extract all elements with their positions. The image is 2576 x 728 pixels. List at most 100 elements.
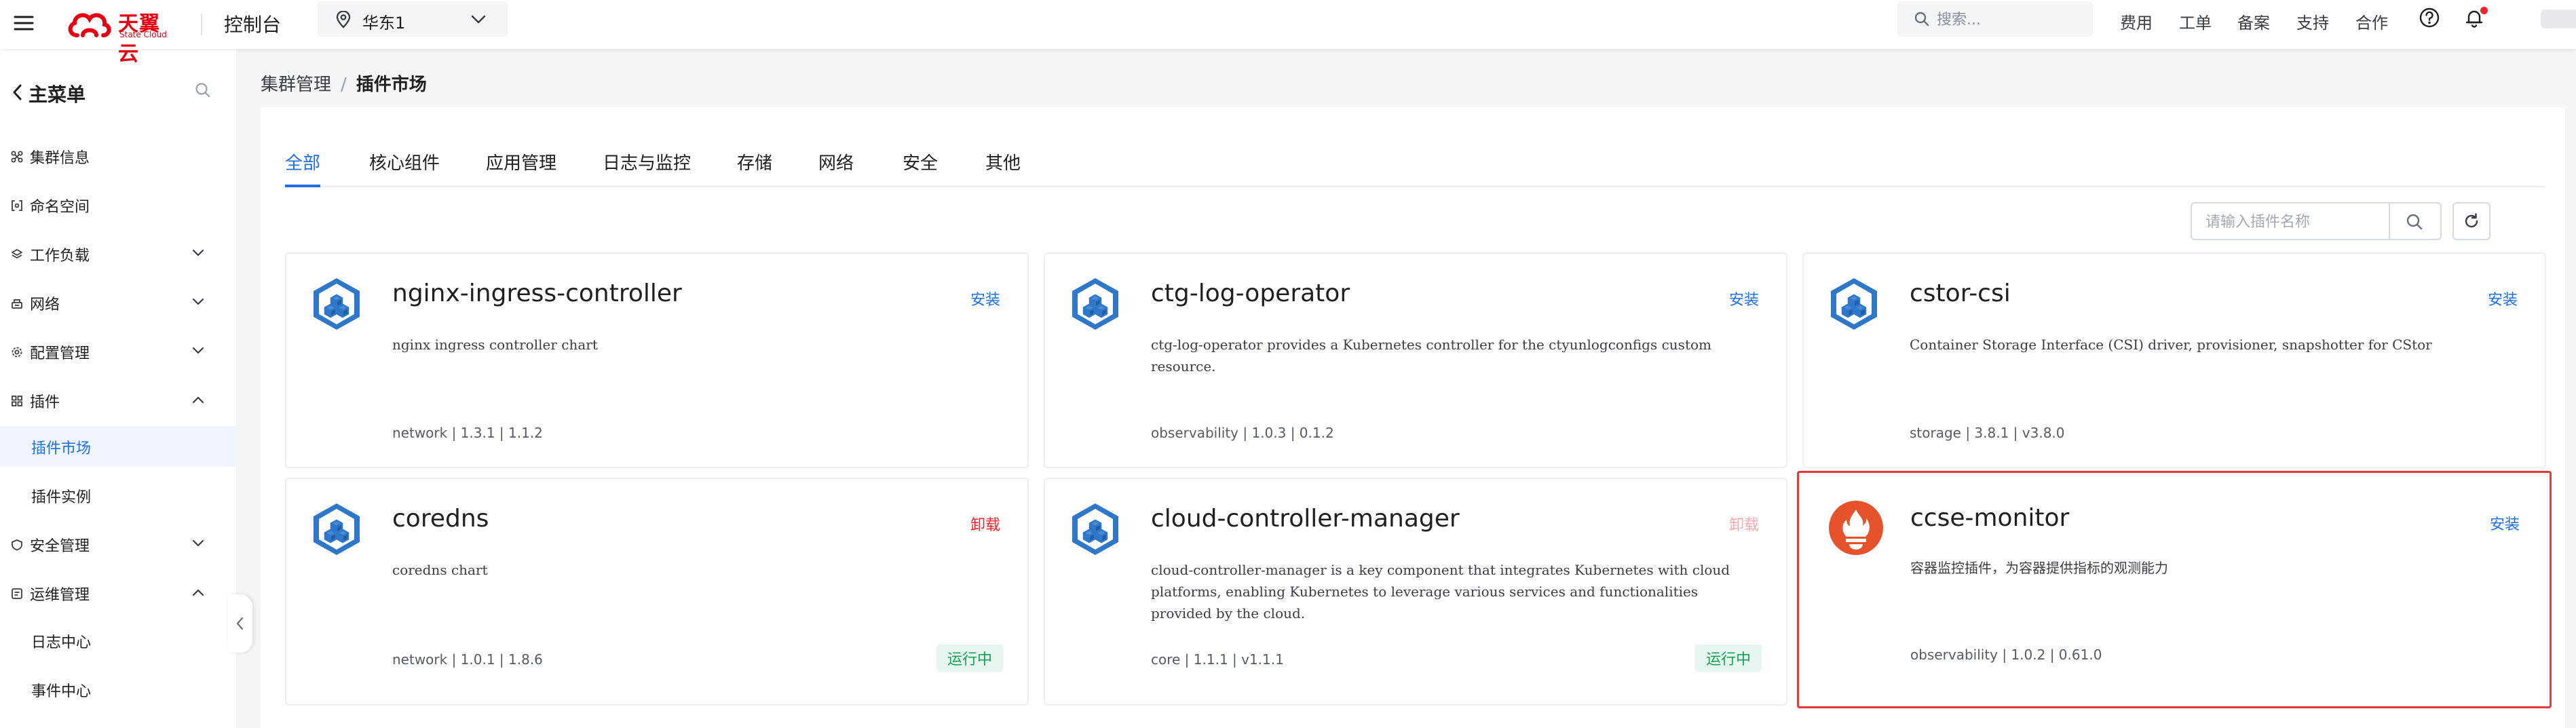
sidebar-item-label: 插件 (30, 394, 60, 411)
help-icon[interactable] (2419, 7, 2440, 28)
sidebar-item-label: 配置管理 (30, 345, 90, 362)
sidebar-collapse-handle[interactable] (228, 594, 252, 653)
nav-link-support[interactable]: 支持 (2296, 9, 2329, 33)
sidebar-item-plugin-instances[interactable]: 插件实例 (0, 475, 236, 516)
nav-link-filing[interactable]: 备案 (2237, 9, 2270, 33)
nav-link-partners[interactable]: 合作 (2355, 9, 2388, 33)
sidebar-item-workload[interactable]: 工作负载 (0, 233, 236, 274)
plugin-name: cstor-csi (1910, 280, 2011, 307)
plugin-search (2191, 202, 2442, 240)
sidebar-item-ops[interactable]: 运维管理 (0, 573, 236, 613)
workload-icon (12, 249, 22, 258)
top-bar: 天翼云 State Cloud 控制台 华东1 费用 工单 备案 支持 合作 (0, 0, 2576, 66)
gear-icon (12, 347, 22, 358)
plugin-icon (12, 396, 22, 406)
kubernetes-cube-icon (311, 502, 362, 556)
plugin-description: ctg-log-operator provides a Kubernetes c… (1151, 337, 1711, 375)
sidebar-header[interactable]: 主菜单 (0, 75, 236, 110)
search-icon[interactable] (194, 81, 212, 99)
global-search-input[interactable] (1935, 9, 2081, 30)
logo-text-en: State Cloud (119, 30, 167, 39)
cluster-icon (11, 151, 23, 163)
plugin-card[interactable]: nginx-ingress-controller 安装 nginx ingres… (285, 252, 1029, 468)
sidebar-item-network[interactable]: 网络 (0, 282, 236, 323)
search-icon (1914, 12, 1929, 26)
kubernetes-cube-icon (1069, 502, 1121, 556)
breadcrumb: 集群管理 / 插件市场 (261, 71, 427, 96)
sidebar-item-event-center[interactable]: 事件中心 (0, 669, 236, 710)
chevron-up-icon (192, 589, 204, 596)
notification-dot (2480, 7, 2488, 14)
sidebar-item-label: 运维管理 (30, 587, 90, 604)
nav-link-billing[interactable]: 费用 (2120, 9, 2153, 33)
chevron-down-icon (192, 249, 204, 256)
plugin-meta: observability | 1.0.3 | 0.1.2 (1151, 425, 1334, 441)
breadcrumb-separator: / (341, 75, 347, 95)
breadcrumb-parent[interactable]: 集群管理 (261, 75, 331, 95)
ops-icon (12, 588, 22, 599)
install-button[interactable]: 安装 (1729, 288, 1759, 309)
tab-all[interactable]: 全部 (285, 149, 321, 187)
region-name: 华东1 (362, 14, 406, 33)
kubernetes-cube-icon (311, 277, 362, 331)
sidebar-item-config[interactable]: 配置管理 (0, 331, 236, 372)
plugin-meta: observability | 1.0.2 | 0.61.0 (1910, 647, 2102, 663)
tab-security[interactable]: 安全 (903, 149, 938, 185)
plugin-name: ctg-log-operator (1151, 280, 1350, 307)
breadcrumb-current: 插件市场 (356, 75, 427, 95)
sidebar-item-cluster-info[interactable]: 集群信息 (0, 136, 236, 176)
menu-icon[interactable] (10, 9, 39, 39)
user-avatar[interactable] (2541, 9, 2576, 28)
sidebar-item-label: 插件市场 (31, 440, 92, 457)
plugin-name: ccse-monitor (1910, 504, 2070, 532)
refresh-icon (2465, 213, 2478, 228)
sidebar-item-label: 日志中心 (31, 634, 92, 651)
status-badge: 运行中 (936, 645, 1003, 672)
plugin-card[interactable]: cstor-csi 安装 Container Storage Interface… (1802, 252, 2546, 468)
chevron-left-icon[interactable] (11, 83, 24, 102)
plugin-card-highlighted[interactable]: ccse-monitor 安装 容器监控插件，为容器提供指标的观测能力 obse… (1797, 471, 2552, 708)
plugin-description: cloud-controller-manager is a key compon… (1151, 562, 1730, 621)
nav-link-tickets[interactable]: 工单 (2179, 9, 2212, 33)
tab-logging-monitoring[interactable]: 日志与监控 (603, 149, 691, 185)
tab-core[interactable]: 核心组件 (369, 149, 440, 185)
main-panel: 全部 核心组件 应用管理 日志与监控 存储 网络 安全 其他 nginx-ing… (261, 107, 2565, 728)
plugin-meta: core | 1.1.1 | v1.1.1 (1151, 651, 1284, 668)
refresh-button[interactable] (2452, 202, 2490, 240)
plugin-card[interactable]: cloud-controller-manager 卸载 cloud-contro… (1044, 478, 1787, 706)
plugin-description: Container Storage Interface (CSI) driver… (1910, 337, 2432, 353)
tab-storage[interactable]: 存储 (737, 149, 772, 185)
plugin-meta: network | 1.3.1 | 1.1.2 (392, 425, 543, 441)
logo[interactable]: 天翼云 State Cloud (65, 4, 181, 66)
install-button[interactable]: 安装 (970, 288, 1000, 309)
chevron-down-icon (471, 15, 486, 24)
search-icon (2406, 214, 2423, 230)
chevron-down-icon (192, 298, 204, 305)
console-link[interactable]: 控制台 (224, 10, 281, 37)
plugin-card[interactable]: coredns 卸载 coredns chart network | 1.0.1… (285, 478, 1029, 706)
sidebar-item-plugins[interactable]: 插件 (0, 380, 236, 421)
install-button[interactable]: 安装 (2490, 512, 2520, 534)
uninstall-button[interactable]: 卸载 (970, 513, 1000, 535)
tab-network[interactable]: 网络 (818, 149, 854, 185)
sidebar-item-log-center[interactable]: 日志中心 (0, 620, 236, 661)
global-search[interactable] (1897, 1, 2093, 37)
network-icon (12, 299, 22, 309)
sidebar-item-security[interactable]: 安全管理 (0, 524, 236, 564)
plugin-search-input[interactable] (2204, 212, 2383, 232)
install-button[interactable]: 安装 (2488, 288, 2518, 309)
sidebar-item-label: 命名空间 (30, 199, 90, 216)
sidebar: 主菜单 集群信息 命名空间 工作负载 网络 配置管理 插件 插件市场 插件实例 … (0, 49, 236, 728)
sidebar-item-plugin-market[interactable]: 插件市场 (0, 426, 236, 467)
sidebar-item-namespace[interactable]: 命名空间 (0, 185, 236, 225)
plugin-description: coredns chart (392, 562, 488, 578)
plugin-card[interactable]: ctg-log-operator 安装 ctg-log-operator pro… (1044, 252, 1787, 468)
tab-app-mgmt[interactable]: 应用管理 (486, 149, 556, 185)
chevron-left-icon (236, 617, 244, 630)
tab-other[interactable]: 其他 (985, 149, 1021, 185)
uninstall-button[interactable]: 卸载 (1729, 513, 1759, 535)
namespace-icon (12, 200, 22, 211)
region-selector[interactable]: 华东1 (318, 1, 508, 37)
chevron-up-icon (192, 396, 204, 404)
plugin-search-button[interactable] (2389, 204, 2443, 239)
